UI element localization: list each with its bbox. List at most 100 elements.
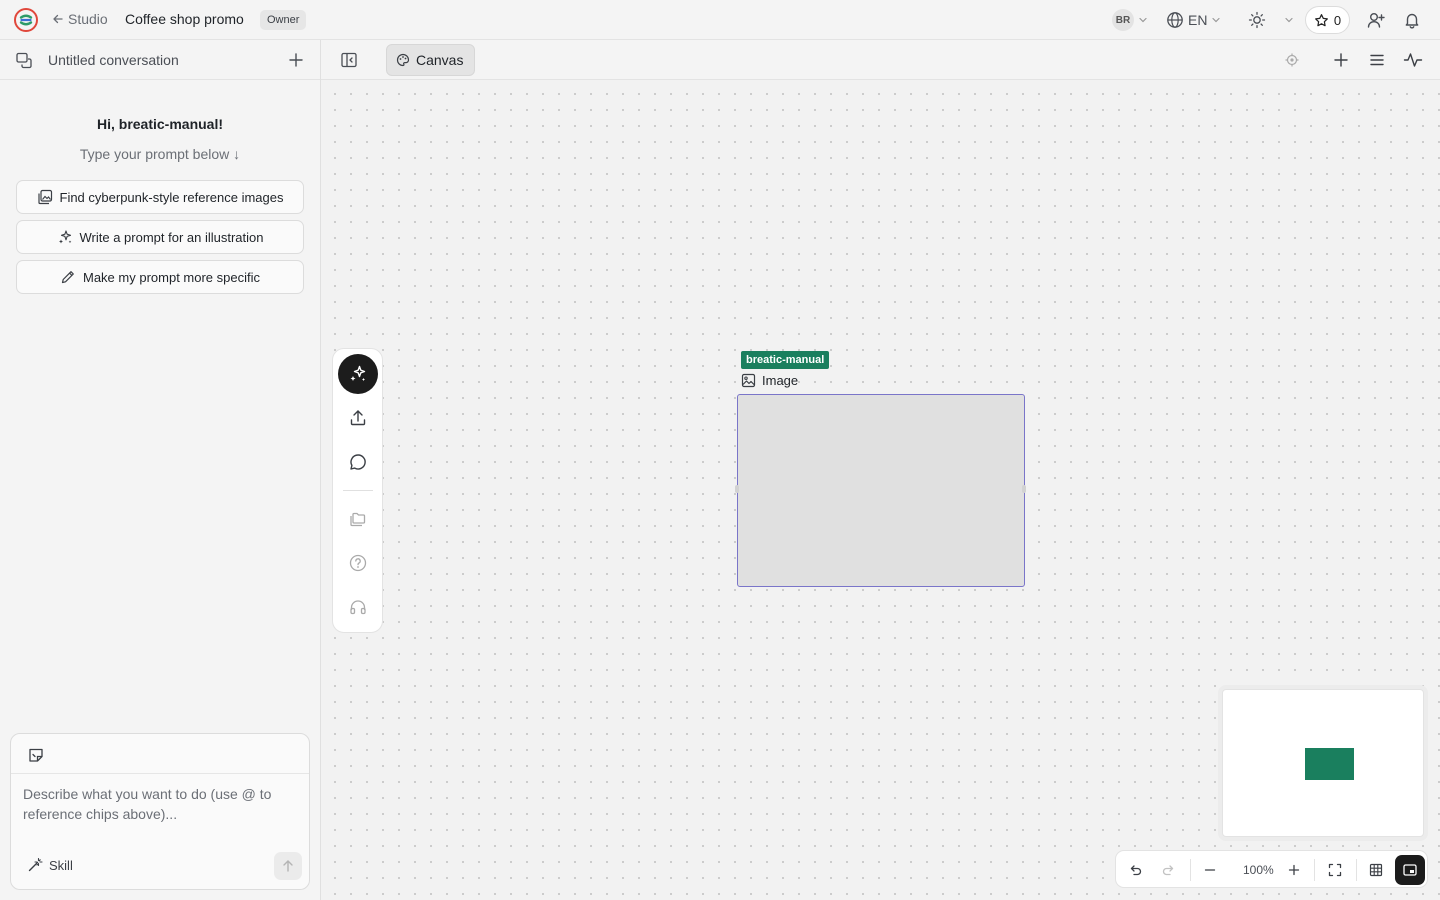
collapse-panel-icon[interactable] — [340, 51, 358, 69]
zoom-level[interactable]: 100% — [1243, 863, 1274, 877]
prompt-input[interactable] — [23, 784, 293, 828]
menu-icon[interactable] — [1368, 51, 1386, 69]
skill-label: Skill — [49, 857, 73, 873]
role-badge: Owner — [260, 10, 307, 30]
chevron-down-icon — [1139, 17, 1147, 23]
conversations-icon[interactable] — [15, 51, 34, 70]
avatar: BR — [1112, 9, 1134, 31]
palette-icon — [396, 53, 410, 67]
undo-icon — [1130, 865, 1142, 876]
resize-handle-right[interactable] — [1022, 485, 1026, 493]
magic-wand-icon — [28, 857, 43, 872]
add-icon[interactable] — [1332, 51, 1350, 69]
suggestion-label: Make my prompt more specific — [83, 269, 260, 285]
location-target-icon[interactable] — [1284, 52, 1300, 68]
back-label: Studio — [68, 11, 108, 27]
prompt-composer: Skill — [10, 733, 310, 890]
headphones-icon — [350, 600, 366, 615]
user-menu[interactable]: BR — [1112, 8, 1148, 32]
support-tool[interactable] — [338, 587, 378, 627]
node-type-text: Image — [762, 373, 799, 388]
minimap-toggle-button[interactable] — [1395, 855, 1425, 885]
minimap-icon — [1403, 864, 1417, 876]
fullscreen-icon — [1328, 863, 1342, 877]
grid-toggle-button[interactable] — [1366, 860, 1386, 880]
app-logo-icon[interactable] — [14, 8, 38, 32]
chat-bubble-icon — [350, 454, 366, 470]
node-owner-tag: breatic-manual — [741, 351, 830, 369]
star-icon — [1314, 13, 1328, 26]
grid-icon — [1369, 863, 1383, 877]
minimap-node — [1305, 748, 1354, 780]
tab-canvas[interactable]: Canvas — [386, 44, 475, 76]
canvas-toolbar: Canvas — [321, 40, 1440, 80]
theme-toggle[interactable] — [1248, 8, 1294, 32]
skill-button[interactable]: Skill — [27, 857, 73, 873]
star-count: 0 — [1333, 12, 1342, 28]
chevron-down-icon — [1212, 17, 1221, 23]
help-tool[interactable] — [338, 543, 378, 583]
user-plus-icon — [1367, 13, 1385, 28]
sparkles-icon — [58, 230, 71, 244]
zoom-controls: 100% — [1115, 850, 1428, 888]
fit-screen-button[interactable] — [1325, 860, 1345, 880]
plus-icon — [1288, 864, 1300, 876]
comment-tool[interactable] — [338, 442, 378, 482]
zoom-in-button[interactable] — [1284, 860, 1304, 880]
pencil-icon — [61, 271, 74, 284]
greeting-heading: Hi, breatic-manual! — [96, 116, 224, 132]
bell-icon — [1405, 13, 1419, 29]
conversation-header: Untitled conversation — [0, 40, 320, 80]
language-label: EN — [1188, 12, 1208, 28]
ai-generate-tool[interactable] — [338, 354, 378, 394]
greeting-subtext: Type your prompt below ↓ — [79, 146, 241, 162]
resize-handle-left[interactable] — [735, 485, 739, 493]
redo-button[interactable] — [1159, 860, 1179, 880]
language-selector[interactable]: EN — [1166, 8, 1221, 32]
sun-icon — [1248, 11, 1266, 29]
note-attach-icon[interactable] — [27, 746, 45, 764]
composer-attachments — [11, 734, 309, 774]
arrow-left-icon — [53, 14, 63, 24]
conversation-title[interactable]: Untitled conversation — [48, 52, 179, 68]
notifications-button[interactable] — [1403, 8, 1421, 32]
send-button[interactable] — [274, 852, 302, 880]
assets-tool[interactable] — [338, 499, 378, 539]
zoom-divider — [1356, 859, 1357, 881]
suggestion-label: Find cyberpunk-style reference images — [59, 189, 284, 205]
sparkles-icon — [350, 365, 366, 381]
redo-icon — [1162, 865, 1174, 876]
suggestion-refine-prompt[interactable]: Make my prompt more specific — [16, 260, 304, 294]
help-icon — [349, 554, 367, 572]
zoom-out-button[interactable] — [1200, 860, 1220, 880]
tab-label: Canvas — [416, 52, 464, 68]
suggestion-label: Write a prompt for an illustration — [79, 229, 264, 245]
minimap-viewport — [1229, 696, 1417, 832]
upload-tool[interactable] — [338, 398, 378, 438]
chevron-down-icon — [1285, 17, 1293, 23]
node-type-label[interactable]: Image — [741, 373, 798, 388]
activity-icon[interactable] — [1403, 51, 1423, 69]
folder-copy-icon — [350, 512, 366, 527]
minimap[interactable] — [1222, 689, 1424, 837]
chat-panel: Untitled conversation Hi, breatic-manual… — [0, 40, 321, 900]
star-button[interactable]: 0 — [1305, 6, 1350, 34]
image-icon — [741, 373, 756, 388]
new-conversation-icon[interactable] — [287, 51, 305, 69]
canvas-tool-rail — [332, 348, 383, 633]
back-to-studio-link[interactable]: Studio — [52, 11, 108, 27]
minus-icon — [1204, 869, 1216, 871]
upload-icon — [350, 410, 366, 426]
image-search-icon — [37, 189, 52, 205]
image-node[interactable] — [735, 394, 1026, 587]
globe-icon — [1167, 12, 1183, 28]
zoom-divider — [1314, 859, 1315, 881]
arrow-up-icon — [283, 860, 293, 872]
zoom-divider — [1190, 859, 1191, 881]
project-title[interactable]: Coffee shop promo — [125, 11, 244, 27]
suggestion-find-references[interactable]: Find cyberpunk-style reference images — [16, 180, 304, 214]
undo-button[interactable] — [1125, 860, 1145, 880]
suggestion-write-prompt[interactable]: Write a prompt for an illustration — [16, 220, 304, 254]
rail-divider — [343, 490, 373, 491]
invite-user-button[interactable] — [1366, 8, 1386, 32]
